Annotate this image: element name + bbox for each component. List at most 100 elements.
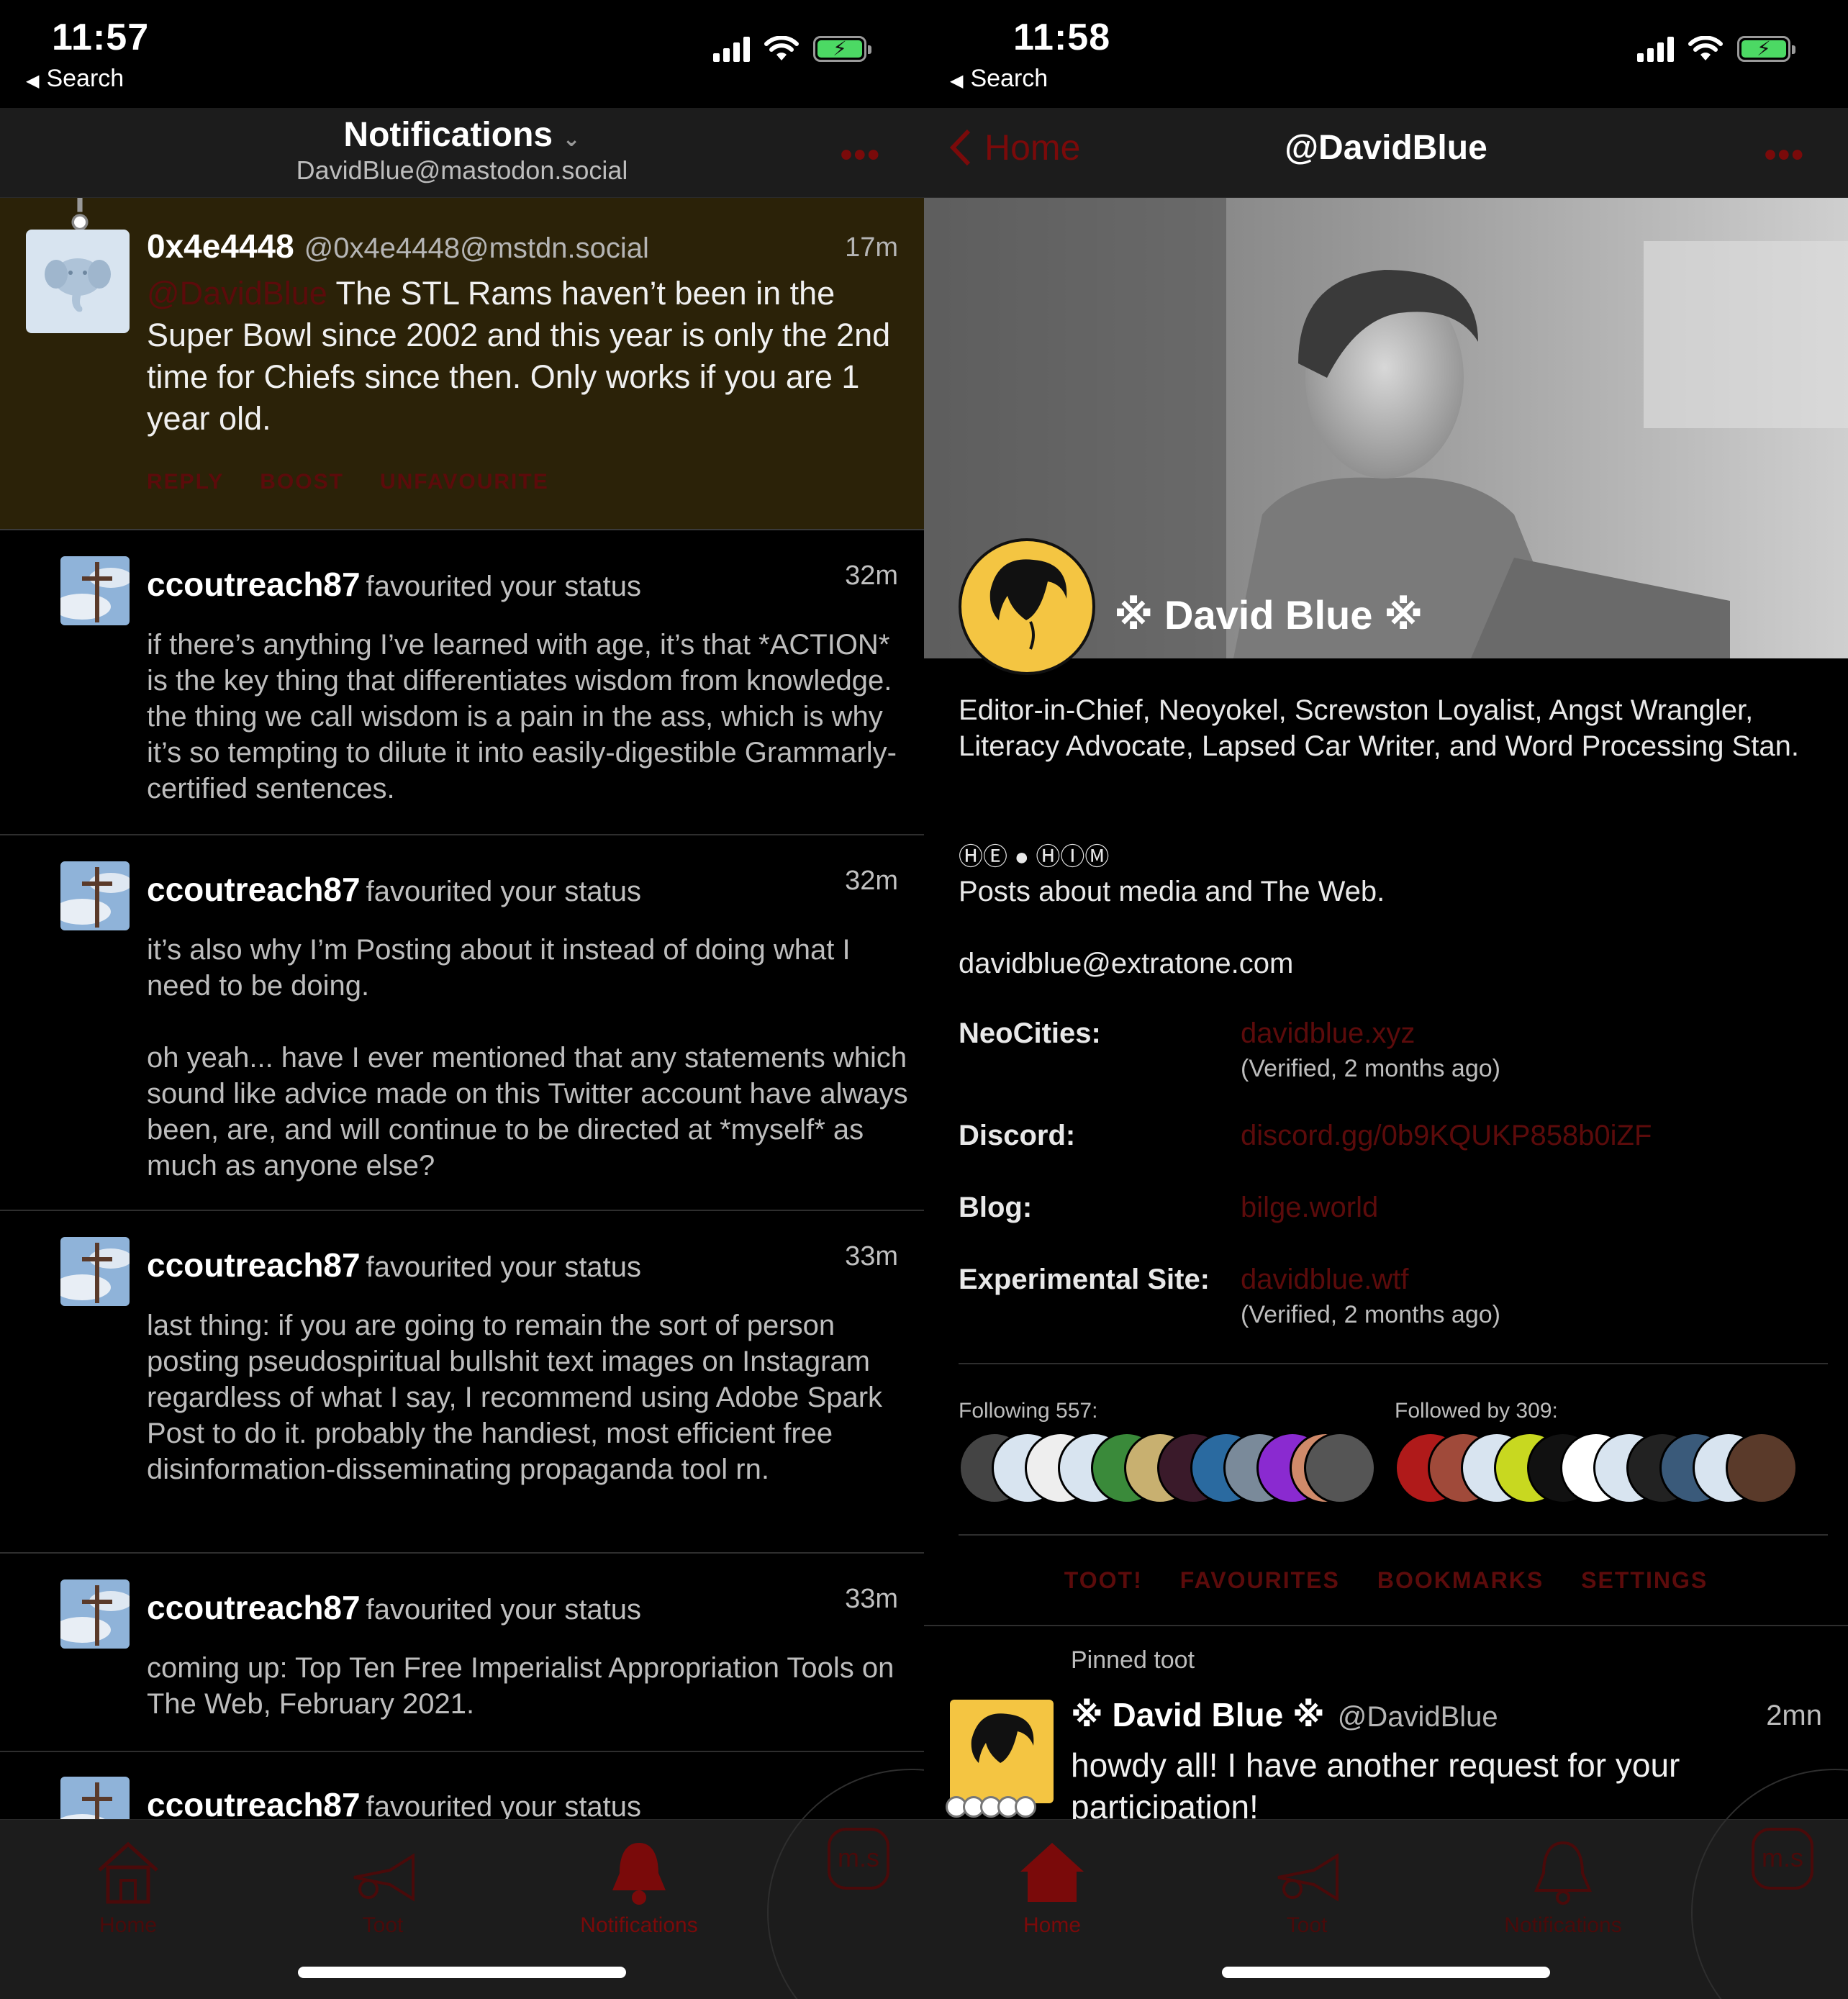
status-text: last thing: if you are going to remain t… <box>147 1310 891 1485</box>
pronouns: ⒽⒺ ● ⒽⒾⓂ <box>959 843 1110 871</box>
timestamp: 33m <box>845 1584 898 1614</box>
tab-home[interactable]: Home <box>980 1834 1124 1938</box>
back-to-search[interactable]: ◀ Search <box>26 65 124 93</box>
bell-icon <box>612 1843 666 1905</box>
tab-notifications[interactable]: Notifications <box>1491 1834 1635 1938</box>
field-link-discord[interactable]: discord.gg/0b9KQUKP858b0iZF <box>1241 1120 1652 1152</box>
notification-verb: favourited your status <box>366 1594 642 1626</box>
battery-charging-icon: ⚡ <box>813 36 871 62</box>
notification-verb: favourited your status <box>366 1791 642 1823</box>
favourite-notification[interactable]: ccoutreach87 favourited your status 32m i… <box>0 835 924 1211</box>
bio-posts-about: Posts about media and The Web. <box>959 876 1385 907</box>
favourite-notification[interactable]: ccoutreach87 favourited your status 32m i… <box>0 530 924 835</box>
user-avatar[interactable] <box>60 1237 130 1306</box>
toot-button[interactable]: TOOT! <box>1064 1567 1143 1594</box>
account-switcher[interactable]: Notifications ⌄ <box>0 115 924 155</box>
tab-label: Toot <box>1286 1913 1328 1937</box>
home-indicator[interactable] <box>1222 1967 1550 1978</box>
profile-screen: 11:58 ◀ Search ⚡ Home @DavidBlue ••• ※ D… <box>924 0 1848 1999</box>
profile-avatar[interactable] <box>959 538 1095 675</box>
notification-verb: favourited your status <box>366 571 642 602</box>
user-avatar[interactable] <box>60 556 130 625</box>
status-text: it’s also why I’m Posting about it inste… <box>147 934 908 1182</box>
field-label-discord: Discord: <box>959 1120 1076 1151</box>
author-handle: @0x4e4448@mstdn.social <box>304 232 649 264</box>
following-avatars[interactable] <box>959 1432 1376 1504</box>
tab-home[interactable]: Home <box>56 1834 200 1938</box>
user-avatar[interactable] <box>60 861 130 930</box>
author-display-name: 0x4e4448 <box>147 227 294 265</box>
house-icon <box>98 1841 158 1904</box>
profile-actions: TOOT! FAVOURITES BOOKMARKS SETTINGS <box>924 1567 1848 1594</box>
status-actions: REPLY BOOST UNFAVOURITE <box>147 470 549 494</box>
user-avatar[interactable] <box>60 1579 130 1649</box>
wifi-icon <box>1688 36 1723 60</box>
timestamp: 32m <box>845 561 898 591</box>
timestamp: 32m <box>845 866 898 896</box>
home-indicator[interactable] <box>298 1967 626 1978</box>
reply-button[interactable]: REPLY <box>147 470 224 494</box>
mention-notification[interactable]: 0x4e4448 @0x4e4448@mstdn.social 17m @Davi… <box>0 198 924 530</box>
trumpet-icon <box>1277 1853 1339 1902</box>
back-search-label: Search <box>970 65 1048 92</box>
favourites-button[interactable]: FAVOURITES <box>1180 1567 1340 1594</box>
more-menu-button[interactable]: ••• <box>841 135 881 175</box>
notifications-screen: 11:57 ◀ Search ⚡ Notifications ⌄ DavidBlu… <box>0 0 924 1999</box>
page-title: Notifications <box>343 116 553 154</box>
tab-notifications[interactable]: Notifications <box>567 1834 711 1938</box>
unfavourite-button[interactable]: UNFAVOURITE <box>380 470 549 494</box>
followers-count[interactable]: Followed by 309: <box>1395 1399 1558 1423</box>
notification-header: ccoutreach87 favourited your status <box>147 1588 641 1627</box>
user-name[interactable]: ccoutreach87 <box>147 871 361 908</box>
default-elephant-avatar[interactable] <box>26 230 130 333</box>
pinned-author[interactable]: ※ David Blue ※ @DavidBlue <box>1071 1695 1498 1734</box>
pinned-display-name: ※ David Blue ※ <box>1071 1696 1325 1733</box>
author-name[interactable]: 0x4e4448 @0x4e4448@mstdn.social <box>147 227 649 266</box>
pinned-label: Pinned toot <box>1071 1646 1195 1674</box>
bookmarks-button[interactable]: BOOKMARKS <box>1377 1567 1544 1594</box>
follower-avatar[interactable] <box>1726 1432 1798 1504</box>
house-icon <box>1020 1843 1084 1902</box>
divider <box>959 1534 1828 1536</box>
favourite-notification[interactable]: ccoutreach87 favourited your status 33m c… <box>0 1554 924 1752</box>
clock: 11:58 <box>1013 17 1111 58</box>
pinned-handle: @DavidBlue <box>1337 1701 1498 1733</box>
status-icons: ⚡ <box>1637 36 1795 62</box>
user-name[interactable]: ccoutreach87 <box>147 1786 361 1823</box>
field-label-blog: Blog: <box>959 1192 1033 1223</box>
settings-button[interactable]: SETTINGS <box>1581 1567 1708 1594</box>
tab-toot[interactable]: Toot <box>311 1834 455 1938</box>
boost-button[interactable]: BOOST <box>260 470 344 494</box>
nav-bar: Notifications ⌄ DavidBlue@mastodon.socia… <box>0 108 924 198</box>
cross-photo-avatar <box>60 1579 130 1649</box>
timestamp: 33m <box>845 1241 898 1272</box>
field-link-blog[interactable]: bilge.world <box>1241 1192 1378 1224</box>
tab-label: Home <box>1023 1913 1082 1937</box>
user-name[interactable]: ccoutreach87 <box>147 566 361 603</box>
field-link-neocities[interactable]: davidblue.xyz <box>1241 1017 1415 1050</box>
notification-header: ccoutreach87 favourited your status <box>147 870 641 909</box>
profile-bio: Editor-in-Chief, Neoyokel, Screwston Loy… <box>959 694 1800 762</box>
favourite-notification[interactable]: ccoutreach87 favourited your status 33m l… <box>0 1211 924 1554</box>
field-link-experimental-site[interactable]: davidblue.wtf <box>1241 1264 1408 1296</box>
status-text: coming up: Top Ten Free Imperialist Appr… <box>147 1652 902 1720</box>
mastodon-elephant-icon <box>45 258 111 312</box>
followers-avatars[interactable] <box>1395 1432 1812 1504</box>
mention-link[interactable]: @DavidBlue <box>147 275 327 312</box>
user-name[interactable]: ccoutreach87 <box>147 1589 361 1626</box>
tab-toot[interactable]: Toot <box>1235 1834 1379 1938</box>
back-to-search[interactable]: ◀ Search <box>950 65 1048 93</box>
more-menu-button[interactable]: ••• <box>1765 135 1805 175</box>
pinned-author-avatar[interactable] <box>950 1700 1054 1803</box>
following-avatar[interactable] <box>1304 1432 1376 1504</box>
mastodon-logo-icon: m.s <box>1752 1828 1813 1890</box>
notification-verb: favourited your status <box>366 876 642 907</box>
sketch-face-avatar <box>971 1713 1034 1763</box>
back-triangle-icon: ◀ <box>26 71 40 91</box>
divider <box>924 1625 1848 1626</box>
following-count[interactable]: Following 557: <box>959 1399 1097 1423</box>
bio-email[interactable]: davidblue@extratone.com <box>959 946 1822 982</box>
user-name[interactable]: ccoutreach87 <box>147 1246 361 1284</box>
status-text: if there’s anything I’ve learned with ag… <box>147 629 900 804</box>
thread-indicator <box>946 1796 1036 1818</box>
